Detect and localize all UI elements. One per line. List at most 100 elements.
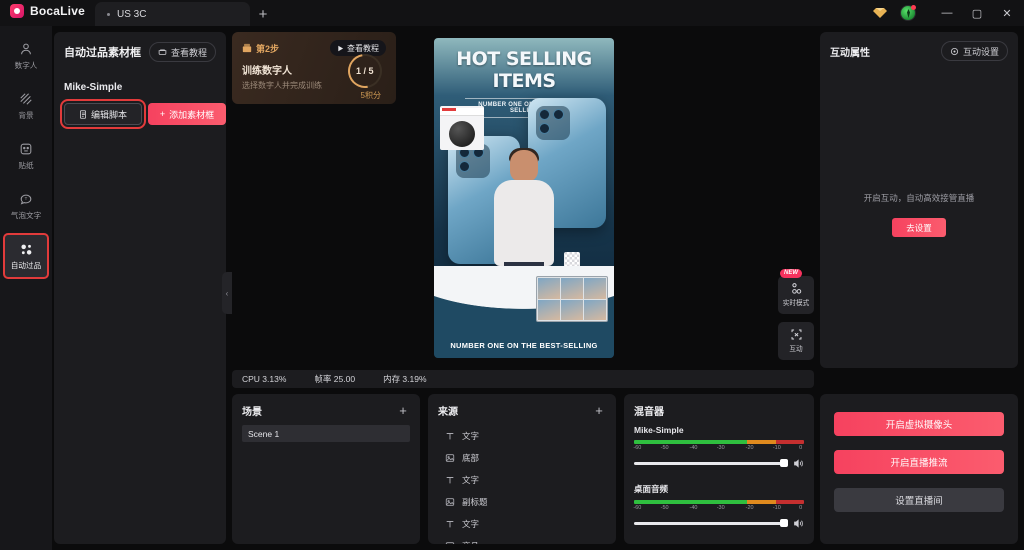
volume-slider-knob[interactable] bbox=[780, 519, 788, 527]
text-icon bbox=[444, 431, 455, 442]
tick-label: -50 bbox=[660, 505, 669, 511]
interaction-settings-label: 互动设置 bbox=[962, 46, 999, 57]
gem-reward-icon[interactable] bbox=[872, 5, 888, 21]
tick-label: -10 bbox=[772, 445, 781, 451]
sidebar-label: 数字人 bbox=[14, 61, 38, 70]
view-tutorial-button[interactable]: 查看教程 bbox=[148, 42, 216, 62]
start-virtual-camera-button[interactable]: 开启虚拟摄像头 bbox=[834, 412, 1004, 436]
source-panel: 来源 + 文字 底部 文字 副标题 文字 商品 商品组合 bbox=[428, 394, 616, 544]
product-card-overlay bbox=[440, 106, 484, 150]
auto-product-panel: 自动过品素材框 查看教程 Mike-Simple 编辑脚本 + 添加素材框 bbox=[54, 32, 226, 544]
edit-script-button[interactable]: 编辑脚本 bbox=[60, 99, 146, 129]
list-item[interactable]: 文字 bbox=[438, 425, 606, 447]
auto-product-icon bbox=[19, 241, 34, 257]
interaction-empty-text: 开启互动，自动高效接管直播 bbox=[863, 193, 975, 203]
avatar-person-icon bbox=[19, 41, 33, 57]
laptop-overlay bbox=[536, 276, 608, 322]
start-live-stream-button[interactable]: 开启直播推流 bbox=[834, 450, 1004, 474]
notification-badge bbox=[911, 5, 916, 10]
interaction-panel-header: 互动属性 互动设置 bbox=[830, 41, 1008, 61]
add-source-button[interactable]: + bbox=[592, 404, 606, 417]
add-material-button[interactable]: + 添加素材框 bbox=[148, 103, 226, 125]
edit-script-label: 编辑脚本 bbox=[90, 109, 127, 120]
list-item[interactable]: 文字 bbox=[438, 513, 606, 535]
image-icon bbox=[444, 497, 455, 508]
broadcast-panel: 开启虚拟摄像头 开启直播推流 设置直播间 bbox=[820, 394, 1018, 544]
frame-rate: 帧率 25.00 bbox=[314, 374, 356, 384]
mixer-channel: 桌面音频 -60 -50 -40 -30 -20 -10 0 bbox=[633, 483, 804, 529]
panel-actions: 编辑脚本 + 添加素材框 bbox=[60, 99, 226, 129]
list-item[interactable]: Scene 1 bbox=[242, 425, 410, 442]
sidebar-item-auto-product[interactable]: 自动过品 bbox=[3, 233, 49, 279]
volume-slider[interactable] bbox=[634, 459, 788, 467]
realtime-mode-button[interactable]: NEW 实时模式 bbox=[778, 269, 814, 314]
svg-text:T: T bbox=[25, 196, 28, 201]
tick-label: -50 bbox=[660, 445, 669, 451]
sidebar-label: 背景 bbox=[18, 111, 34, 120]
tick-label: -30 bbox=[716, 505, 725, 511]
interaction-settings-button[interactable]: 互动设置 bbox=[940, 41, 1008, 61]
text-icon bbox=[444, 519, 455, 530]
image-icon bbox=[444, 453, 455, 464]
new-badge: NEW bbox=[780, 269, 802, 279]
interaction-panel: 互动属性 互动设置 开启互动，自动高效接管直播 去设置 bbox=[820, 32, 1018, 368]
source-panel-title: 来源 bbox=[438, 407, 458, 418]
list-item[interactable]: 底部 bbox=[438, 447, 606, 469]
product-card-bar bbox=[440, 108, 484, 116]
sidebar-item-background[interactable]: 背景 bbox=[4, 84, 48, 128]
tick-label: -40 bbox=[689, 505, 698, 511]
tick-label: -20 bbox=[745, 445, 754, 451]
speech-bubble-icon: T bbox=[19, 191, 33, 207]
list-item[interactable]: 商品 bbox=[438, 535, 606, 544]
memory-usage: 内存 3.19% bbox=[383, 374, 427, 384]
interaction-button[interactable]: 互动 bbox=[778, 322, 814, 360]
speaker-icon[interactable] bbox=[793, 458, 804, 469]
list-item[interactable]: 副标题 bbox=[438, 491, 606, 513]
minimize-button[interactable]: — bbox=[932, 0, 962, 26]
scene-panel: 场景 + Scene 1 bbox=[232, 394, 420, 544]
camera-lenses-icon bbox=[536, 106, 570, 140]
mixer-channel-name: Mike-Simple bbox=[634, 425, 684, 435]
gear-icon bbox=[950, 47, 959, 55]
interaction-empty-state: 开启互动，自动高效接管直播 去设置 bbox=[820, 192, 1018, 237]
sidebar-item-digital-human[interactable]: 数字人 bbox=[4, 34, 48, 78]
close-button[interactable]: ✕ bbox=[992, 0, 1022, 26]
source-item-label: 文字 bbox=[462, 431, 480, 441]
tick-label: -40 bbox=[689, 445, 698, 451]
user-avatar[interactable] bbox=[900, 5, 916, 21]
figure-body bbox=[494, 180, 554, 266]
list-item[interactable]: 文字 bbox=[438, 469, 606, 491]
collapse-panel-handle[interactable]: ‹ bbox=[222, 272, 232, 314]
tick-label: -60 bbox=[633, 445, 642, 451]
tick-label: -60 bbox=[633, 505, 642, 511]
source-item-label: 商品 bbox=[462, 540, 479, 544]
live-room-settings-button[interactable]: 设置直播间 bbox=[834, 488, 1004, 512]
sidebar-label: 贴纸 bbox=[18, 161, 34, 170]
canvas-title: HOT SELLING ITEMS bbox=[456, 48, 592, 92]
panel-header: 自动过品素材框 查看教程 bbox=[64, 42, 216, 62]
volume-slider-knob[interactable] bbox=[780, 459, 788, 467]
add-scene-button[interactable]: + bbox=[396, 404, 410, 417]
go-to-settings-button[interactable]: 去设置 bbox=[892, 218, 946, 237]
product-card-lens bbox=[449, 121, 475, 147]
maximize-button[interactable]: ▢ bbox=[962, 0, 992, 26]
tab-label: US 3C bbox=[116, 8, 147, 20]
view-tutorial-label: 查看教程 bbox=[170, 47, 207, 58]
brand-logo-area: BocaLive bbox=[0, 0, 95, 26]
source-item-label: 文字 bbox=[462, 475, 480, 485]
volume-slider[interactable] bbox=[634, 519, 788, 527]
application-window: BocaLive US 3C + — ▢ ✕ 数字人 背景 贴纸 T 气泡文字 … bbox=[0, 0, 1024, 550]
canvas-footer-text: NUMBER ONE ON THE BEST-SELLING bbox=[450, 341, 598, 350]
window-controls: — ▢ ✕ bbox=[872, 0, 1024, 26]
source-item-label: 副标题 bbox=[462, 497, 488, 507]
live-preview-canvas[interactable]: HOT SELLING ITEMS NUMBER ONE ON THE BEST… bbox=[434, 38, 614, 358]
sidebar-item-sticker[interactable]: 贴纸 bbox=[4, 134, 48, 178]
tab-us-3c[interactable]: US 3C bbox=[94, 2, 250, 26]
sidebar-item-bubble-text[interactable]: T 气泡文字 bbox=[4, 184, 48, 228]
speaker-icon[interactable] bbox=[793, 518, 804, 529]
tutorial-icon bbox=[158, 49, 167, 55]
tick-label: -20 bbox=[745, 505, 754, 511]
realtime-link-icon bbox=[790, 282, 803, 295]
new-tab-button[interactable]: + bbox=[250, 2, 276, 26]
tick-label: -10 bbox=[772, 505, 781, 511]
